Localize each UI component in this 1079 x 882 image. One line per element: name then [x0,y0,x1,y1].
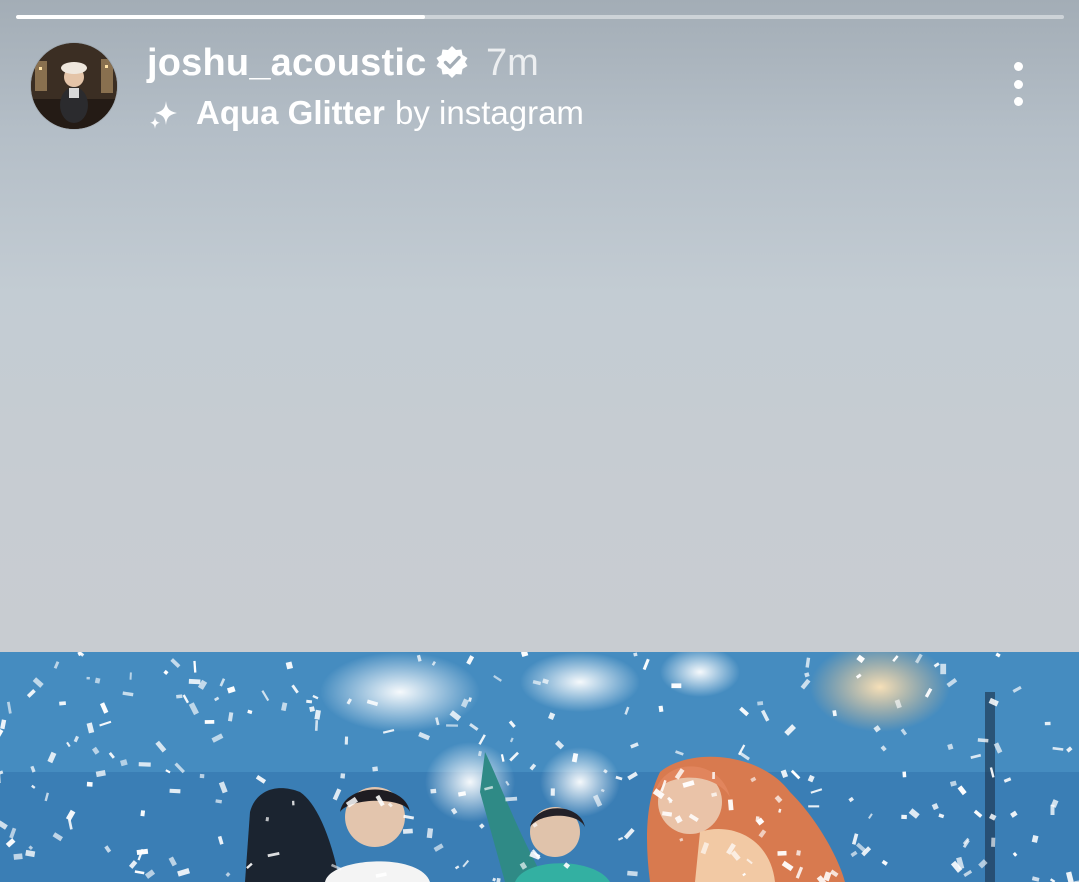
more-options-button[interactable] [1000,56,1036,112]
confetti-piece [372,766,379,772]
confetti-piece [13,853,23,860]
story-photo [0,652,1079,882]
confetti-piece [86,676,90,680]
confetti-piece [138,762,151,767]
confetti-piece [188,678,201,685]
confetti-piece [712,771,715,779]
confetti-piece [671,683,682,689]
confetti-piece [550,788,555,796]
confetti-piece [991,837,996,847]
confetti-piece [902,771,907,778]
confetti-piece [86,781,93,787]
confetti-piece [658,705,664,713]
confetti-piece [204,720,215,724]
confetti-piece [430,788,437,794]
story-progress-fill [16,15,425,19]
effect-author: by instagram [395,94,584,131]
confetti-piece [402,828,413,834]
confetti-piece [344,736,349,745]
confetti-piece [796,850,801,856]
time-ago: 7m [486,42,539,84]
confetti-piece [340,773,346,779]
more-vertical-icon [1013,62,1023,71]
confetti-piece [627,870,638,877]
confetti-piece [199,773,205,779]
confetti-piece [777,850,787,856]
confetti-piece [901,814,907,820]
confetti-piece [292,800,295,806]
confetti-piece [808,805,820,808]
confetti-piece [1044,721,1051,726]
confetti-piece [129,672,132,680]
confetti-piece [1050,804,1055,816]
confetti-piece [265,816,270,822]
effect-name[interactable]: Aqua Glitter [196,91,385,135]
avatar[interactable] [31,43,117,129]
confetti-piece [940,663,947,675]
confetti-piece [668,799,673,804]
confetti-piece [306,699,313,704]
sparkle-icon [150,101,177,129]
story-progress-bar [16,15,1064,19]
confetti-piece [446,724,458,727]
username[interactable]: joshu_acoustic [147,40,426,86]
confetti-piece [505,796,518,802]
verified-badge-icon [436,46,468,78]
confetti-piece [140,810,146,817]
confetti-piece [176,694,183,699]
confetti-piece [757,701,764,706]
confetti-piece [169,788,181,794]
confetti-piece [727,799,734,811]
confetti-piece [59,701,66,706]
